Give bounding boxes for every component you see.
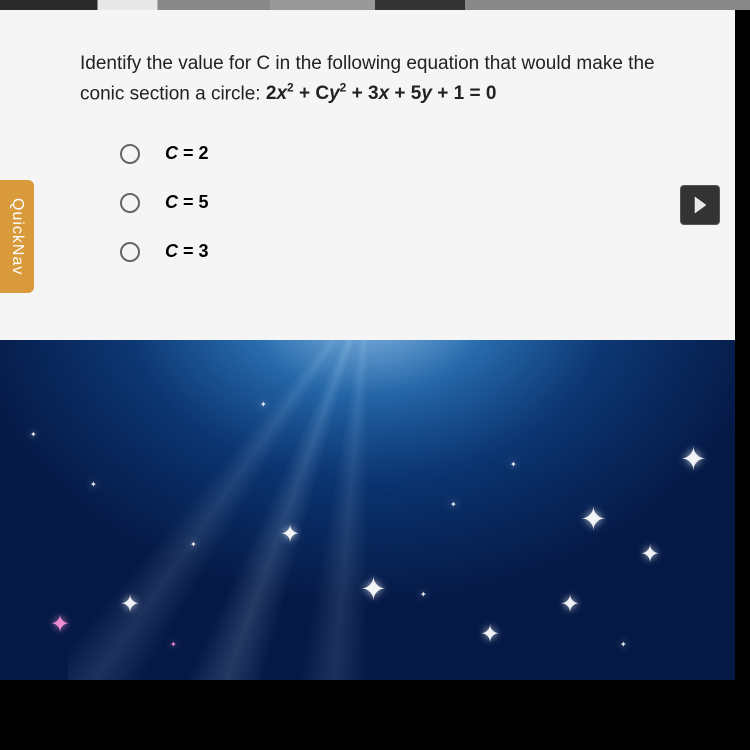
prompt-text-2: conic section a circle: — [80, 83, 266, 104]
option-3[interactable]: C = 3 — [120, 241, 735, 262]
option-1-label: C = 2 — [165, 143, 209, 164]
equation-text: 2x2 + Cy2 + 3x + 5y + 1 = 0 — [266, 83, 497, 104]
question-panel: Identify the value for C in the followin… — [0, 10, 735, 340]
quicknav-label: QuickNav — [9, 198, 26, 275]
option-2[interactable]: C = 5 — [120, 192, 735, 213]
prompt-text-1: Identify the value for C in the followin… — [80, 53, 655, 74]
top-tab-bar — [0, 0, 750, 10]
bottom-bar — [0, 680, 750, 730]
radio-icon[interactable] — [120, 144, 140, 164]
next-button[interactable] — [680, 185, 720, 225]
next-arrow-icon — [690, 195, 710, 215]
option-3-label: C = 3 — [165, 241, 209, 262]
answer-options: C = 2 C = 5 C = 3 — [0, 143, 735, 262]
radio-icon[interactable] — [120, 193, 140, 213]
quicknav-tab[interactable]: QuickNav — [0, 180, 34, 293]
background-image: ✦ ✦ ✦ ✦ ✦ ✦ ✦ ✦ ✦ ✦ ✦ ✦ ✦ ✦ ✦ ✦ ✦ ✦ — [0, 340, 735, 680]
option-1[interactable]: C = 2 — [120, 143, 735, 164]
question-prompt: Identify the value for C in the followin… — [0, 50, 735, 108]
option-2-label: C = 5 — [165, 192, 209, 213]
radio-icon[interactable] — [120, 242, 140, 262]
